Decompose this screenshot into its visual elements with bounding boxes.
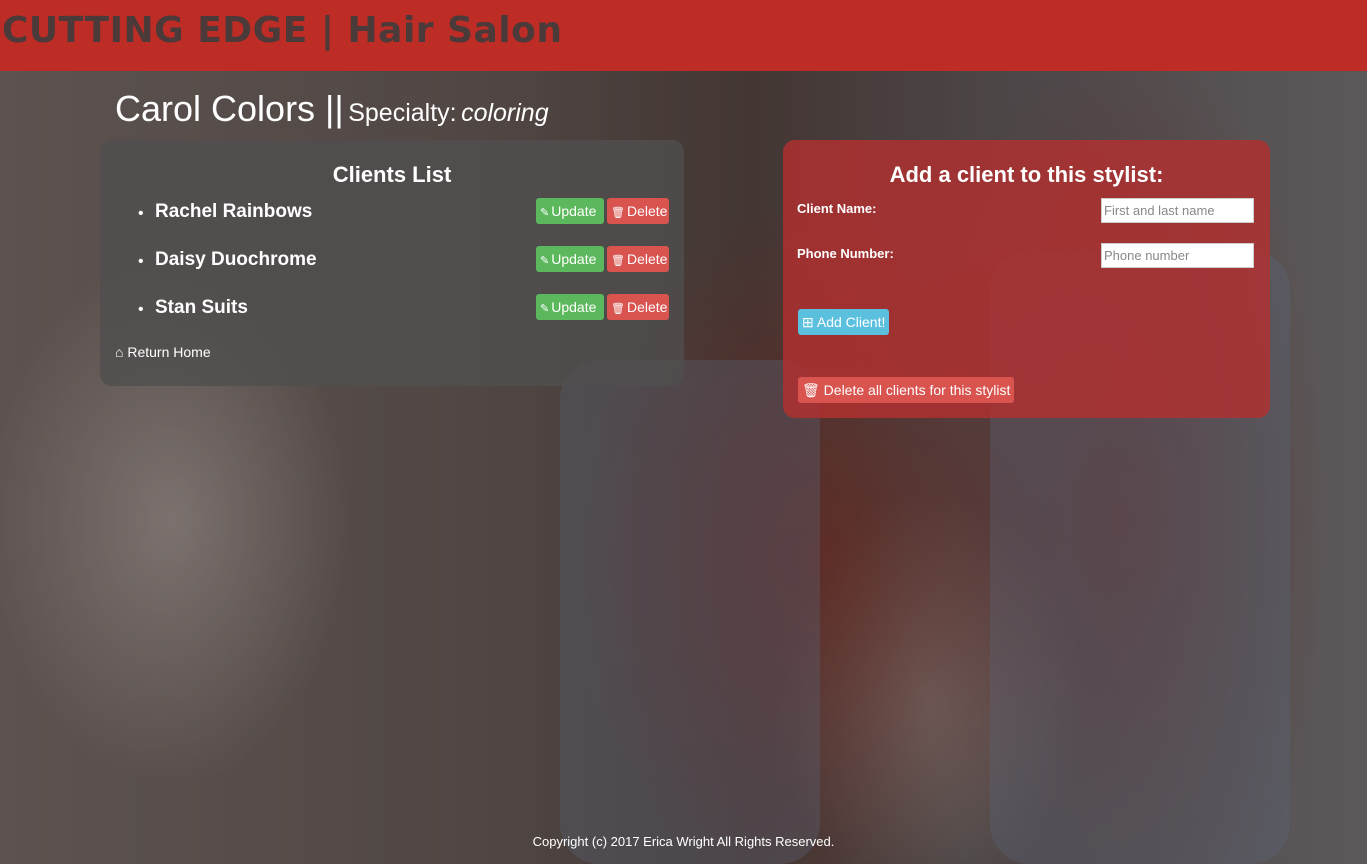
brand-title[interactable]: CUTTING EDGE | Hair Salon	[2, 10, 563, 51]
delete-label: Delete	[626, 299, 668, 315]
delete-all-label: Delete all clients for this stylist	[823, 382, 1011, 398]
update-button[interactable]: ✎ Update	[536, 294, 604, 320]
specialty-value: coloring	[461, 99, 549, 127]
stylist-heading: Carol Colors || Specialty: coloring	[115, 88, 549, 130]
return-home-label: Return Home	[127, 344, 211, 360]
client-name: Daisy Duochrome	[155, 249, 317, 270]
clients-panel: Clients List • Rachel Rainbows ✎ Update 🗑…	[100, 140, 684, 386]
delete-button[interactable]: 🗑 Delete	[607, 246, 669, 272]
trash-icon: 🗑	[611, 303, 625, 315]
phone-number-input[interactable]	[1101, 243, 1254, 268]
plus-square-icon: ⊞	[802, 314, 814, 330]
delete-all-clients-button[interactable]: 🗑 Delete all clients for this stylist	[798, 377, 1015, 403]
site-header: CUTTING EDGE | Hair Salon	[0, 0, 1367, 71]
bullet: •	[138, 205, 144, 222]
bullet: •	[138, 253, 144, 270]
update-button[interactable]: ✎ Update	[536, 198, 604, 224]
client-name: Stan Suits	[155, 297, 248, 318]
copyright-footer: Copyright (c) 2017 Erica Wright All Righ…	[532, 834, 835, 849]
phone-number-label: Phone Number:	[797, 246, 894, 261]
client-list: • Rachel Rainbows ✎ Update 🗑 Delete • Dais…	[100, 198, 684, 342]
delete-label: Delete	[626, 203, 668, 219]
delete-button[interactable]: 🗑 Delete	[607, 198, 669, 224]
update-label: Update	[551, 251, 597, 267]
pencil-square-icon: ✎	[540, 303, 550, 315]
pencil-square-icon: ✎	[540, 207, 550, 219]
list-item: • Rachel Rainbows ✎ Update 🗑 Delete	[100, 198, 684, 246]
list-item: • Stan Suits ✎ Update 🗑 Delete	[100, 294, 684, 342]
trash-icon: 🗑	[611, 255, 625, 267]
pencil-square-icon: ✎	[540, 255, 550, 267]
return-home-link[interactable]: ⌂ Return Home	[115, 344, 211, 360]
client-name: Rachel Rainbows	[155, 201, 313, 222]
add-client-title: Add a client to this stylist:	[889, 162, 1164, 187]
background-jacket-left	[560, 360, 820, 864]
delete-button[interactable]: 🗑 Delete	[607, 294, 669, 320]
update-button[interactable]: ✎ Update	[536, 246, 604, 272]
add-client-label: Add Client!	[816, 314, 886, 330]
home-icon: ⌂	[115, 344, 124, 360]
specialty-label: Specialty:	[348, 99, 457, 127]
list-item: • Daisy Duochrome ✎ Update 🗑 Delete	[100, 246, 684, 294]
add-client-panel: Add a client to this stylist: Client Nam…	[783, 140, 1270, 418]
client-name-input[interactable]	[1101, 198, 1254, 223]
update-label: Update	[551, 299, 597, 315]
delete-label: Delete	[626, 251, 668, 267]
trash-icon: 🗑	[611, 207, 625, 219]
add-client-button[interactable]: ⊞ Add Client!	[798, 309, 890, 335]
trash-icon: 🗑	[802, 382, 820, 398]
clients-list-title: Clients List	[332, 162, 452, 187]
update-label: Update	[551, 203, 597, 219]
bullet: •	[138, 301, 144, 318]
stylist-name: Carol Colors ||	[115, 88, 344, 129]
client-name-label: Client Name:	[797, 201, 877, 216]
